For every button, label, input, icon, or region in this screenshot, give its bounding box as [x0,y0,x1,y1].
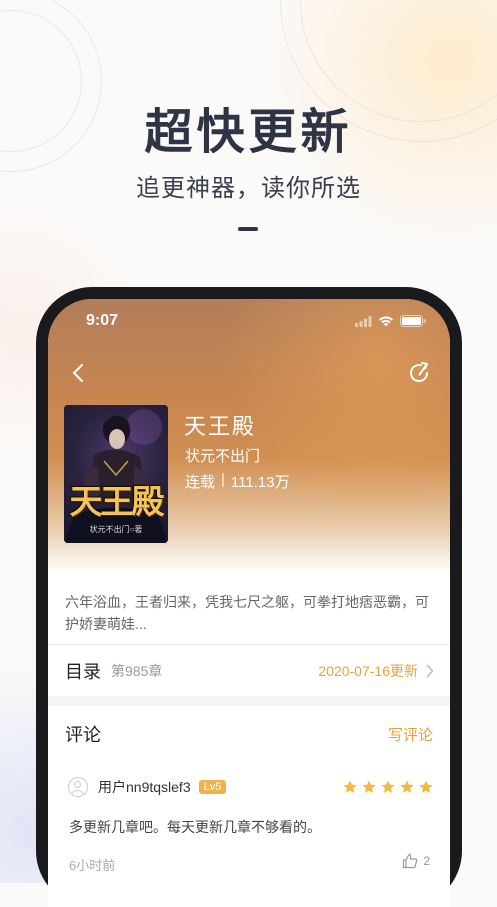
book-author[interactable]: 状元不出门 [185,445,260,466]
comments-header: 评论 写评论 [65,721,433,747]
book-status: 连载 [185,474,216,491]
toc-update-date: 2020-07-16更新 [318,663,418,679]
book-title: 天王殿 [184,414,257,439]
status-icons [355,315,426,327]
star-icon [419,780,433,793]
rating-stars [342,779,434,795]
like-button[interactable]: 2 [402,853,430,869]
cover-title: 天王殿 [69,482,165,521]
share-button[interactable] [404,357,436,389]
promo-headline: 超快更新 [144,106,353,159]
star-icon [362,780,376,793]
share-icon [410,362,429,382]
chevron-right-icon [426,664,434,678]
wifi-icon [379,316,393,327]
meta-separator: | [221,471,225,488]
battery-icon [400,315,426,327]
star-icon [400,780,414,793]
chevron-left-icon [73,364,83,382]
comment-text[interactable]: 多更新几章吧。每天更新几章不够看的。 [69,817,321,837]
thumbs-up-icon [403,853,418,869]
avatar[interactable] [68,777,88,797]
promo-subline: 追更神器，读你所选 [136,175,361,202]
cover-author: 状元不出门○著 [89,525,143,534]
like-count: 2 [423,854,430,868]
star-icon [343,780,357,793]
toc-label: 目录 [65,662,101,682]
comments-title: 评论 [65,725,101,745]
signal-icon [355,315,372,327]
comment-user-row: 用户nn9tqslef3 Lv5 [68,777,434,797]
divider-dash [238,227,258,231]
book-cover[interactable]: 天王殿 状元不出门○著 [64,405,168,543]
toc-chapter-count: 第985章 [111,663,163,679]
table-of-contents-row[interactable]: 目录 第985章 2020-07-16更新 [48,644,450,697]
book-description[interactable]: 六年浴血，王者归来，凭我七尺之躯，可拳打地痞恶霸，可护娇妻萌娃... [65,591,433,635]
phone-screen: 9:07 天王殿 状元不出门○著 天王殿 状元不出门 连载 | 111.13万 … [48,299,450,907]
back-button[interactable] [62,357,94,389]
user-level-badge: Lv5 [198,780,227,794]
book-meta: 连载 | 111.13万 [185,471,290,492]
status-bar: 9:07 [86,309,426,333]
phone-frame: 9:07 天王殿 状元不出门○著 天王殿 状元不出门 连载 | 111.13万 … [36,287,462,907]
comment-username[interactable]: 用户nn9tqslef3 [98,777,191,797]
book-word-count: 111.13万 [230,474,290,491]
star-icon [381,780,395,793]
write-comment-button[interactable]: 写评论 [388,724,433,745]
comment-time: 6小时前 [69,858,116,873]
section-gap [48,696,450,706]
status-time: 9:07 [86,312,119,329]
